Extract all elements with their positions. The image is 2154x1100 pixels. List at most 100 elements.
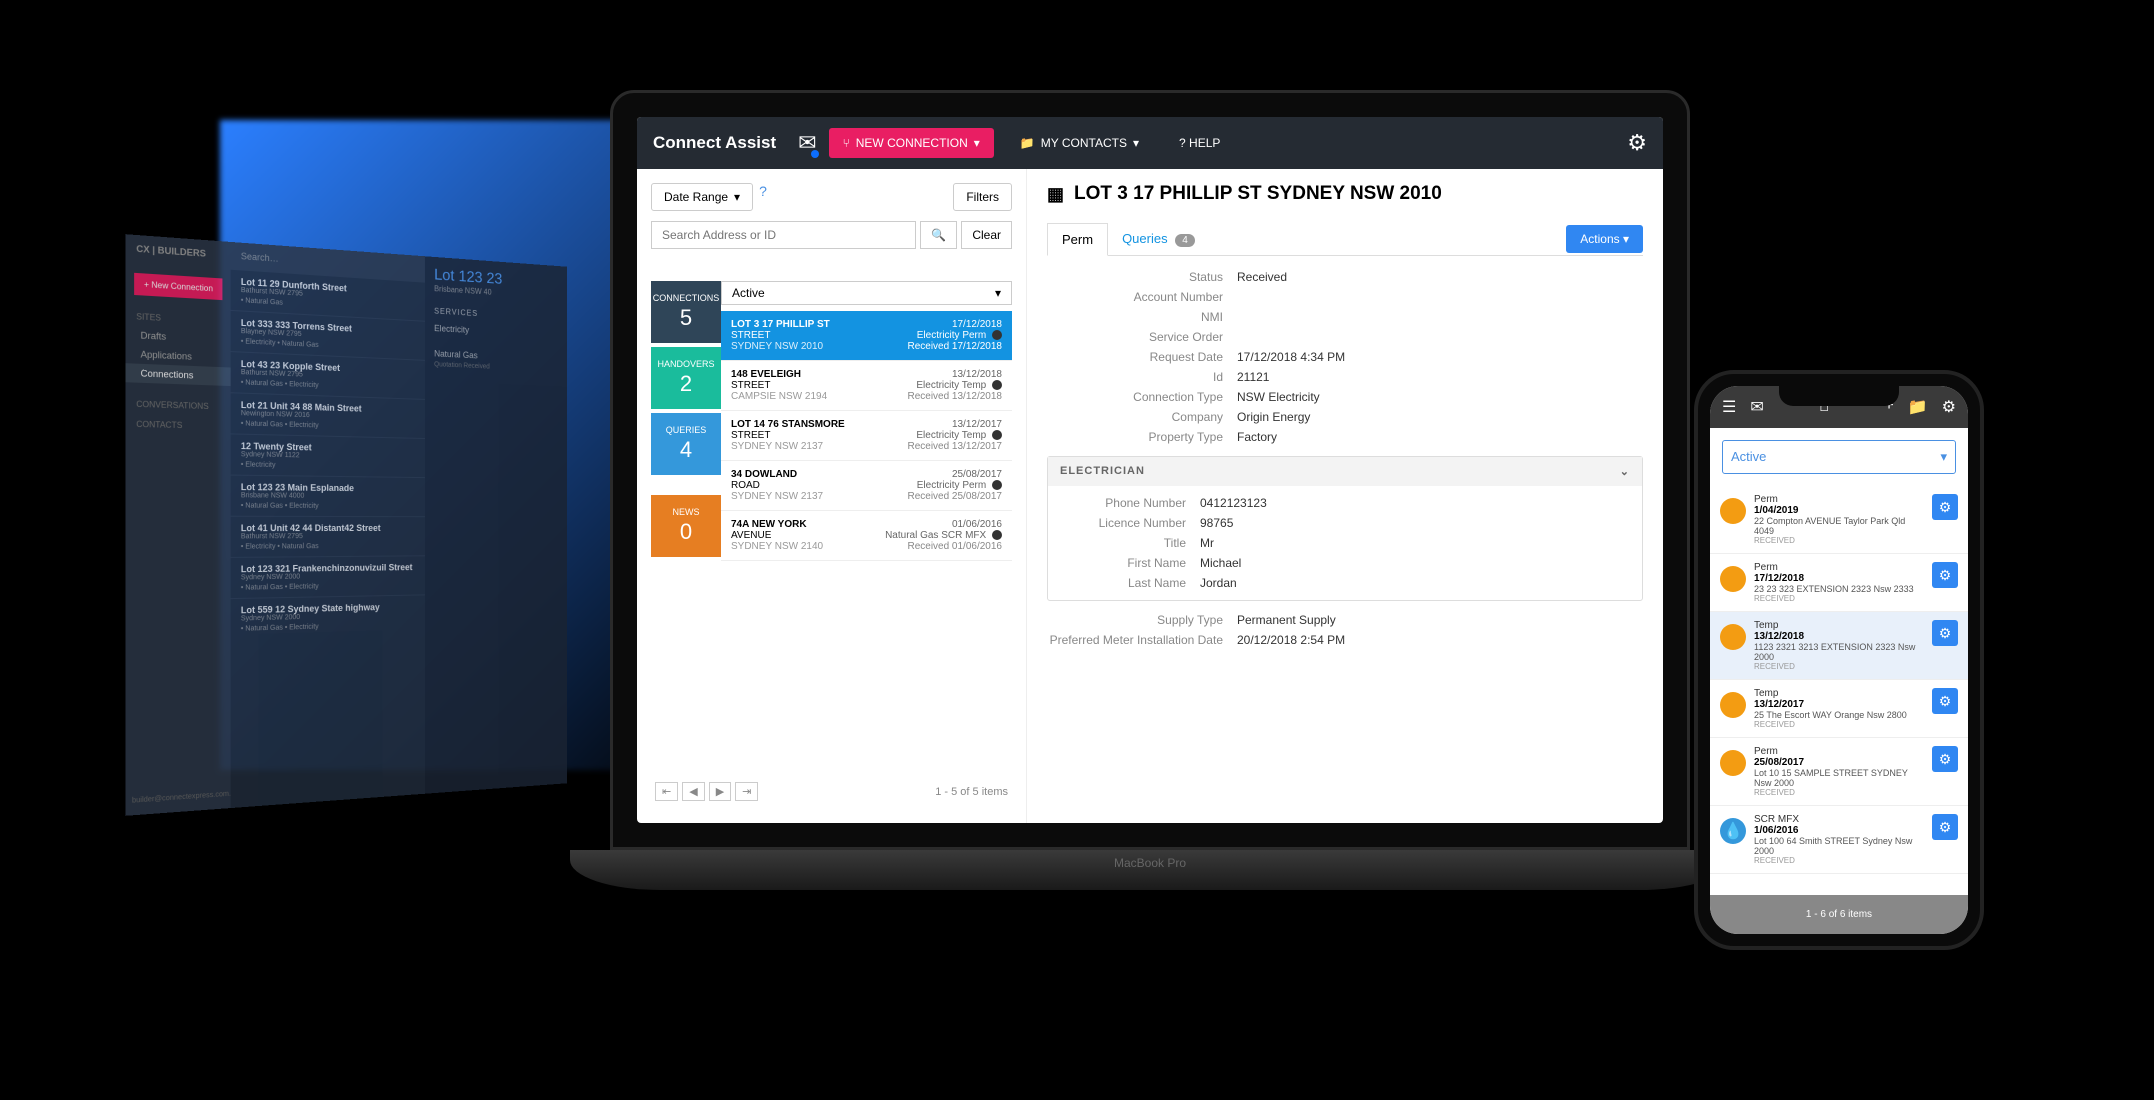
queries-badge: 4	[1175, 234, 1195, 247]
connection-item[interactable]: LOT 14 76 STANSMORESTREETSYDNEY NSW 2137…	[721, 411, 1012, 461]
cat-queries[interactable]: QUERIES 4	[651, 413, 721, 475]
cat-connections[interactable]: CONNECTIONS 5	[651, 281, 721, 343]
pager-prev[interactable]: ◀	[682, 782, 704, 801]
detail-row: Property TypeFactory	[1047, 430, 1643, 444]
menu-icon[interactable]: ☰	[1722, 397, 1736, 417]
detail-row: NMI	[1047, 310, 1643, 324]
detail-value	[1237, 290, 1643, 304]
ph-status: RECEIVED	[1754, 856, 1924, 865]
folder-icon[interactable]: 📁	[1908, 397, 1928, 417]
settings-icon[interactable]: ⚙	[1627, 130, 1647, 156]
my-contacts-button[interactable]: 📁 MY CONTACTS ▾	[1006, 128, 1153, 158]
new-connection-label: NEW CONNECTION	[856, 136, 968, 150]
detail-value: Mr	[1200, 536, 1630, 550]
item-settings-button[interactable]: ⚙	[1932, 746, 1958, 772]
bl-site-item[interactable]: Lot 123 23 Main EsplanadeBrisbane NSW 40…	[231, 475, 425, 517]
ph-address: 23 23 323 EXTENSION 2323 Nsw 2333	[1754, 584, 1924, 594]
tab-queries[interactable]: Queries 4	[1108, 223, 1209, 255]
ci-type: Electricity Temp	[907, 430, 1002, 441]
ph-status: RECEIVED	[1754, 662, 1924, 671]
status-dot-icon	[992, 480, 1002, 490]
ci-received: Received 13/12/2018	[907, 391, 1002, 402]
new-connection-button[interactable]: ⑂ NEW CONNECTION ▾	[829, 128, 994, 158]
search-input[interactable]	[651, 221, 916, 249]
item-settings-button[interactable]: ⚙	[1932, 562, 1958, 588]
detail-value: Received	[1237, 270, 1643, 284]
detail-value: 20/12/2018 2:54 PM	[1237, 633, 1643, 647]
tab-perm[interactable]: Perm	[1047, 223, 1108, 256]
detail-value: 0412123123	[1200, 496, 1630, 510]
detail-label: Service Order	[1047, 330, 1237, 344]
bl-site-item[interactable]: Lot 43 23 Kopple StreetBathurst NSW 2795…	[231, 351, 425, 399]
cat-news[interactable]: NEWS 0	[651, 495, 721, 557]
folder-icon: 📁	[1020, 136, 1035, 150]
search-button[interactable]: 🔍	[920, 221, 957, 249]
cat-count: 4	[680, 437, 692, 463]
connection-item[interactable]: 74A NEW YORKAVENUESYDNEY NSW 214001/06/2…	[721, 511, 1012, 561]
service-type-icon: 💧	[1720, 818, 1746, 844]
date-range-button[interactable]: Date Range ▾	[651, 183, 753, 211]
ci-title: LOT 3 17 PHILLIP ST	[731, 319, 830, 330]
bl-nav-contacts[interactable]: CONTACTS	[125, 413, 230, 436]
bl-item-addr: Sydney NSW 2000	[241, 572, 416, 581]
bl-item-tags: • Natural Gas • Electricity	[241, 420, 416, 432]
chevron-down-icon: ⌄	[1620, 465, 1630, 478]
phone-active-label: Active	[1731, 449, 1766, 465]
connection-item[interactable]: LOT 3 17 PHILLIP STSTREETSYDNEY NSW 2010…	[721, 311, 1012, 361]
cat-count: 0	[680, 519, 692, 545]
electrician-header[interactable]: ELECTRICIAN ⌄	[1048, 457, 1642, 486]
item-settings-button[interactable]: ⚙	[1932, 620, 1958, 646]
bl-site-item[interactable]: 12 Twenty StreetSydney NSW 1122• Electri…	[231, 433, 425, 477]
item-settings-button[interactable]: ⚙	[1932, 688, 1958, 714]
phone-list-item[interactable]: Temp13/12/201725 The Escort WAY Orange N…	[1710, 680, 1968, 738]
bl-site-item[interactable]: Lot 41 Unit 42 44 Distant42 StreetBathur…	[231, 516, 425, 557]
caret-down-icon: ▾	[1940, 449, 1947, 465]
phone-active-select[interactable]: Active ▾	[1722, 440, 1956, 474]
bl-site-item[interactable]: Lot 21 Unit 34 88 Main StreetNewington N…	[231, 392, 425, 438]
help-icon[interactable]: ?	[759, 183, 767, 211]
cat-count: 5	[680, 305, 692, 331]
clear-button[interactable]: Clear	[961, 221, 1012, 249]
detail-label: Request Date	[1047, 350, 1237, 364]
active-filter-select[interactable]: Active ▾	[721, 281, 1012, 305]
detail-label: Id	[1047, 370, 1237, 384]
help-button[interactable]: ? HELP	[1165, 128, 1234, 158]
cat-label: HANDOVERS	[657, 359, 714, 369]
pager-next[interactable]: ▶	[709, 782, 731, 801]
mail-icon[interactable]: ✉	[798, 130, 816, 156]
ph-address: 22 Compton AVENUE Taylor Park Qld 4049	[1754, 516, 1924, 536]
bl-site-item[interactable]: Lot 123 321 Frankenchinzonuvizuil Street…	[231, 555, 425, 598]
bl-nav-connections[interactable]: Connections	[125, 363, 230, 386]
cat-handovers[interactable]: HANDOVERS 2	[651, 347, 721, 409]
item-settings-button[interactable]: ⚙	[1932, 814, 1958, 840]
mail-icon[interactable]: ✉	[1750, 397, 1763, 417]
phone-list-item[interactable]: Temp13/12/20181123 2321 3213 EXTENSION 2…	[1710, 612, 1968, 680]
cat-label: NEWS	[673, 507, 700, 517]
detail-value: Michael	[1200, 556, 1630, 570]
settings-icon[interactable]: ⚙	[1942, 397, 1956, 417]
fork-icon: ⑂	[843, 136, 850, 150]
actions-button[interactable]: Actions ▾	[1566, 225, 1643, 253]
filters-button[interactable]: Filters	[953, 183, 1012, 211]
detail-value	[1237, 330, 1643, 344]
status-dot-icon	[992, 330, 1002, 340]
bl-new-connection[interactable]: + New Connection	[134, 273, 222, 300]
phone-pager: 1 - 6 of 6 items	[1710, 895, 1968, 934]
bl-item-addr: Brisbane NSW 4000	[241, 492, 416, 500]
bl-svc-naturalgas[interactable]: Natural Gas Quotation Received	[434, 341, 558, 381]
detail-value: NSW Electricity	[1237, 390, 1643, 404]
ci-date: 13/12/2017	[907, 419, 1002, 430]
phone-list-item[interactable]: Perm17/12/201823 23 323 EXTENSION 2323 N…	[1710, 554, 1968, 612]
phone-list-item[interactable]: Perm25/08/2017Lot 10 15 SAMPLE STREET SY…	[1710, 738, 1968, 806]
bl-item-tags: • Electricity	[241, 461, 416, 471]
phone-list-item[interactable]: Perm1/04/201922 Compton AVENUE Taylor Pa…	[1710, 486, 1968, 554]
bl-site-item[interactable]: Lot 559 12 Sydney State highwaySydney NS…	[231, 594, 425, 639]
connection-item[interactable]: 148 EVELEIGHSTREETCAMPSIE NSW 219413/12/…	[721, 361, 1012, 411]
connection-item[interactable]: 34 DOWLANDROADSYDNEY NSW 213725/08/2017E…	[721, 461, 1012, 511]
phone-list-item[interactable]: 💧SCR MFX1/06/2016Lot 100 64 Smith STREET…	[1710, 806, 1968, 874]
pager-first[interactable]: ⇤	[655, 782, 678, 801]
back-laptop: CX | BUILDERS + New Connection SITES Dra…	[125, 234, 532, 816]
item-settings-button[interactable]: ⚙	[1932, 494, 1958, 520]
pager-last[interactable]: ⇥	[735, 782, 758, 801]
detail-value: 98765	[1200, 516, 1630, 530]
